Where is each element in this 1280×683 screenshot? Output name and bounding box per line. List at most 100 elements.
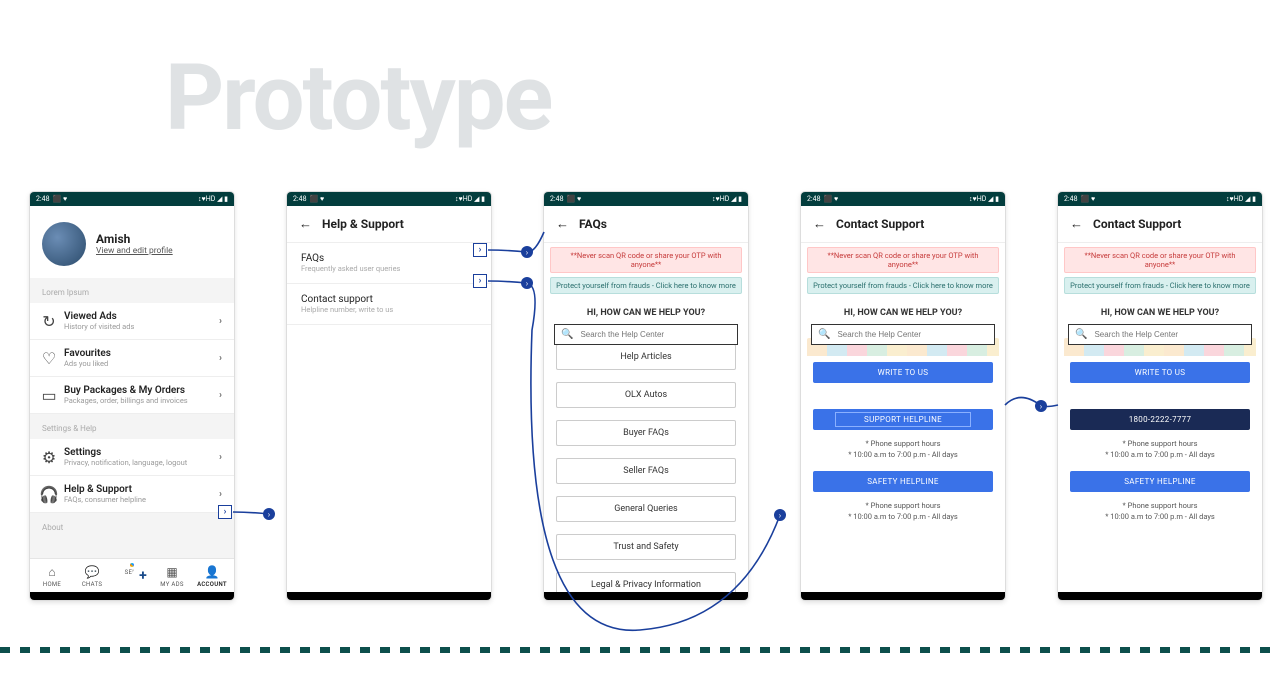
row-favourites[interactable]: ♡ FavouritesAds you liked › [30,340,234,377]
profile-header[interactable]: Amish View and edit profile [30,206,234,278]
faq-legal[interactable]: Legal & Privacy Information [556,572,736,592]
row-viewed-ads[interactable]: ↻ Viewed AdsHistory of visited ads › [30,303,234,340]
write-to-us-button[interactable]: WRITE TO US [1070,362,1250,383]
person-icon: 👤 [205,565,220,579]
faq-trust-safety[interactable]: Trust and Safety [556,534,736,560]
status-bar: 2:48⬛ ♥ ↕♥HD ◢ ▮ [30,192,234,206]
edit-profile-link[interactable]: View and edit profile [96,246,173,256]
row-help-support[interactable]: 🎧 Help & SupportFAQs, consumer helpline … [30,476,234,513]
search-input[interactable] [835,329,988,340]
card-icon: ▭ [42,388,56,402]
help-heading: HI, HOW CAN WE HELP YOU? [1058,300,1262,324]
status-bar: 2:48⬛ ♥ ↕♥HD ◢ ▮ [801,192,1005,206]
home-icon: ⌂ [48,565,55,579]
screen-contact-support: 2:48⬛ ♥ ↕♥HD ◢ ▮ ← Contact Support **Nev… [801,192,1005,600]
screen-header: ← Contact Support [1058,206,1262,243]
header-title: Contact Support [1093,217,1181,231]
status-bar: 2:48⬛ ♥ ↕♥HD ◢ ▮ [544,192,748,206]
flow-dot: › [774,509,786,521]
faq-general[interactable]: General Queries [556,496,736,522]
search-icon: 🔍 [1075,329,1087,340]
screen-header: ← Help & Support [287,206,491,243]
flow-dot: › [1035,400,1047,412]
row-settings[interactable]: ⚙ SettingsPrivacy, notification, languag… [30,439,234,476]
row-faqs[interactable]: FAQs Frequently asked user queries [287,243,491,284]
bottom-nav: ⌂HOME 💬CHATS + SELL ▦MY ADS 👤ACCOUNT [30,558,234,592]
search-help[interactable]: 🔍 [811,324,995,345]
row-packages[interactable]: ▭ Buy Packages & My OrdersPackages, orde… [30,377,234,414]
chevron-right-icon: › [219,390,222,401]
annotation-source-faqs: › [473,243,487,257]
safety-helpline-button[interactable]: SAFETY HELPLINE [813,471,993,492]
avatar [42,222,86,266]
row-contact-support[interactable]: Contact support Helpline number, write t… [287,284,491,325]
gear-icon: ⚙ [42,450,56,464]
screen-faqs: 2:48⬛ ♥ ↕♥HD ◢ ▮ ← FAQs **Never scan QR … [544,192,748,600]
header-title: Help & Support [322,217,404,231]
search-icon: 🔍 [561,329,573,340]
back-button[interactable]: ← [556,216,569,232]
support-hours: * Phone support hours * 10:00 a.m to 7:0… [801,438,1005,461]
safety-hours: * Phone support hours * 10:00 a.m to 7:0… [1058,500,1262,523]
screen-header: ← Contact Support [801,206,1005,243]
search-help[interactable]: 🔍 [554,324,738,345]
page-title: Prototype [165,45,551,152]
warning-banner[interactable]: **Never scan QR code or share your OTP w… [807,247,999,273]
screen-contact-support-expanded: 2:48⬛ ♥ ↕♥HD ◢ ▮ ← Contact Support **Nev… [1058,192,1262,600]
faq-buyer[interactable]: Buyer FAQs [556,420,736,446]
chevron-right-icon: › [219,353,222,364]
nav-myads[interactable]: ▦MY ADS [152,565,192,588]
chat-icon: 💬 [85,565,100,579]
annotation-source-help: › [218,505,232,519]
warning-banner[interactable]: **Never scan QR code or share your OTP w… [1064,247,1256,273]
flow-dot: › [521,246,533,258]
flow-dot: › [263,508,275,520]
status-bar: 2:48⬛ ♥ ↕♥HD ◢ ▮ [287,192,491,206]
faq-seller[interactable]: Seller FAQs [556,458,736,484]
back-button[interactable]: ← [1070,216,1083,232]
help-heading: HI, HOW CAN WE HELP YOU? [544,300,748,324]
info-banner[interactable]: Protect yourself from frauds - Click her… [550,277,742,294]
back-button[interactable]: ← [299,216,312,232]
status-bar: 2:48⬛ ♥ ↕♥HD ◢ ▮ [1058,192,1262,206]
search-icon: 🔍 [818,329,830,340]
warning-banner[interactable]: **Never scan QR code or share your OTP w… [550,247,742,273]
write-to-us-button[interactable]: WRITE TO US [813,362,993,383]
section-label: About [30,513,234,538]
profile-name: Amish [96,232,173,246]
plus-icon: + [132,565,154,587]
header-title: Contact Support [836,217,924,231]
faq-help-articles[interactable]: Help Articles [556,344,736,370]
info-banner[interactable]: Protect yourself from frauds - Click her… [1064,277,1256,294]
nav-home[interactable]: ⌂HOME [32,565,72,588]
chevron-right-icon: › [219,316,222,327]
header-title: FAQs [579,217,607,231]
back-button[interactable]: ← [813,216,826,232]
history-icon: ↻ [42,314,56,328]
nav-sell[interactable]: + SELL [112,565,152,576]
search-input[interactable] [1092,329,1245,340]
flow-dot: › [521,277,533,289]
search-help[interactable]: 🔍 [1068,324,1252,345]
list-icon: ▦ [166,565,177,579]
chevron-right-icon: › [219,489,222,500]
faq-olx-autos[interactable]: OLX Autos [556,382,736,408]
section-label: Lorem Ipsum [30,278,234,303]
chevron-right-icon: › [219,452,222,463]
screen-help-support: 2:48⬛ ♥ ↕♥HD ◢ ▮ ← Help & Support FAQs F… [287,192,491,600]
info-banner[interactable]: Protect yourself from frauds - Click her… [807,277,999,294]
annotation-source-contact: › [473,274,487,288]
screen-account: 2:48⬛ ♥ ↕♥HD ◢ ▮ Amish View and edit pro… [30,192,234,600]
support-helpline-button[interactable]: SUPPORT HELPLINE [813,409,993,430]
support-hours: * Phone support hours * 10:00 a.m to 7:0… [1058,438,1262,461]
safety-hours: * Phone support hours * 10:00 a.m to 7:0… [801,500,1005,523]
heart-icon: ♡ [42,351,56,365]
search-input[interactable] [578,329,731,340]
help-heading: HI, HOW CAN WE HELP YOU? [801,300,1005,324]
safety-helpline-button[interactable]: SAFETY HELPLINE [1070,471,1250,492]
headset-icon: 🎧 [42,487,56,501]
prototype-screens: 2:48⬛ ♥ ↕♥HD ◢ ▮ Amish View and edit pro… [30,192,1262,600]
nav-chats[interactable]: 💬CHATS [72,565,112,588]
nav-account[interactable]: 👤ACCOUNT [192,565,232,588]
support-number-button[interactable]: 1800-2222-7777 [1070,409,1250,430]
